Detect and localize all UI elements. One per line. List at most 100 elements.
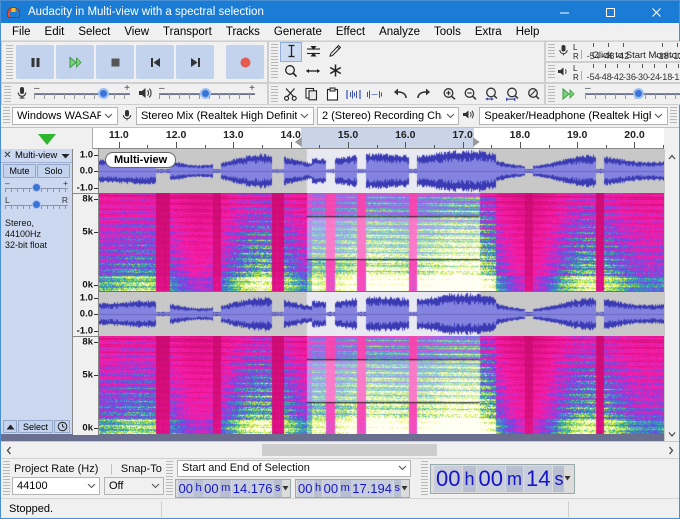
position-seconds[interactable]: 14 — [524, 466, 552, 492]
timeline-selection-region[interactable] — [301, 128, 474, 148]
menu-item-tools[interactable]: Tools — [427, 23, 468, 41]
fit-project-button[interactable] — [502, 84, 523, 104]
selection-start-time-field[interactable]: 00 h 00 m 14.176 s — [175, 479, 291, 498]
solo-button[interactable]: Solo — [37, 164, 70, 178]
snap-to-select[interactable]: Off — [104, 477, 164, 495]
timeline-ruler[interactable]: 11.012.013.014.015.016.017.018.019.020.0 — [93, 128, 664, 149]
left-channel[interactable]: Multi-view — [99, 149, 664, 291]
start-hours[interactable]: 00 — [178, 480, 194, 497]
horizontal-scroll-track[interactable] — [17, 442, 663, 458]
playback-volume-slider[interactable]: – + — [159, 87, 255, 101]
start-monitoring-label[interactable]: Click to Start Monitoring — [592, 50, 680, 61]
start-seconds[interactable]: 14.176 — [232, 480, 274, 497]
slider-thumb[interactable] — [32, 200, 41, 209]
mixer-toolbar-grip[interactable] — [4, 86, 11, 102]
slider-thumb[interactable] — [98, 88, 109, 99]
multi-tool[interactable] — [324, 62, 346, 82]
play-at-speed-button[interactable] — [557, 84, 581, 104]
selection-end-handle[interactable] — [473, 137, 480, 147]
menu-item-edit[interactable]: Edit — [38, 23, 72, 41]
position-spinner[interactable] — [564, 475, 572, 482]
vertical-scroll-track[interactable] — [665, 164, 679, 426]
close-icon[interactable]: ✕ — [2, 150, 13, 161]
end-seconds[interactable]: 17.194 — [351, 480, 393, 497]
scroll-right-button[interactable] — [663, 442, 679, 458]
recording-meter-scale[interactable]: -54-48-42-18-12-60Click to Start Monitor… — [581, 42, 680, 62]
horizontal-scroll-thumb[interactable] — [262, 444, 436, 456]
audio-host-select[interactable]: Windows WASAPI — [12, 107, 118, 125]
zoom-toggle-button[interactable] — [523, 84, 544, 104]
undo-button[interactable] — [391, 84, 412, 104]
draw-tool[interactable] — [324, 42, 346, 62]
close-button[interactable] — [633, 1, 679, 23]
cut-button[interactable] — [280, 84, 301, 104]
selection-end-time-field[interactable]: 00 h 00 m 17.194 s — [295, 479, 411, 498]
playback-meter-grip[interactable] — [548, 65, 555, 80]
zoom-in-button[interactable] — [439, 84, 460, 104]
mute-button[interactable]: Mute — [3, 164, 36, 178]
stop-button[interactable] — [96, 45, 134, 79]
menu-item-transport[interactable]: Transport — [156, 23, 219, 41]
recording-volume-slider[interactable]: – + — [34, 87, 130, 101]
copy-button[interactable] — [301, 84, 322, 104]
zoom-tool[interactable] — [280, 62, 302, 82]
pause-button[interactable] — [16, 45, 54, 79]
slider-thumb[interactable] — [200, 88, 211, 99]
recording-channels-select[interactable]: 2 (Stereo) Recording Chann — [317, 107, 459, 125]
menu-item-file[interactable]: File — [5, 23, 38, 41]
vertical-scrollbar[interactable] — [664, 149, 679, 441]
start-time-spinner[interactable] — [282, 485, 289, 492]
paste-button[interactable] — [322, 84, 343, 104]
slider-thumb[interactable] — [32, 183, 41, 192]
menu-item-select[interactable]: Select — [71, 23, 117, 41]
project-rate-select[interactable]: 44100 — [12, 477, 100, 495]
menu-item-analyze[interactable]: Analyze — [372, 23, 427, 41]
transport-toolbar-grip[interactable] — [6, 45, 13, 79]
waveform-display-right[interactable] — [99, 292, 664, 336]
recording-device-select[interactable]: Stereo Mix (Realtek High Definition Audi… — [136, 107, 314, 125]
device-toolbar-grip[interactable] — [3, 107, 10, 125]
position-minutes[interactable]: 00 — [477, 466, 505, 492]
waveform-display-left[interactable]: Multi-view — [99, 149, 664, 193]
end-time-spinner[interactable] — [401, 485, 408, 492]
device-toolbar-end-grip[interactable] — [670, 107, 677, 125]
silence-audio-button[interactable] — [364, 84, 385, 104]
redo-button[interactable] — [412, 84, 433, 104]
scroll-left-button[interactable] — [1, 442, 17, 458]
time-toolbar-grip[interactable] — [421, 461, 428, 496]
pinned-play-head-button[interactable] — [1, 128, 93, 150]
menu-item-tracks[interactable]: Tracks — [219, 23, 267, 41]
menu-item-view[interactable]: View — [117, 23, 156, 41]
envelope-tool[interactable] — [302, 42, 324, 62]
playback-meter-toolbar[interactable]: L R -54-48-42-36-30-24-18-12-60 — [545, 62, 680, 83]
audio-position-field[interactable]: 00 h 00 m 14 s — [430, 464, 575, 494]
play-at-speed-grip[interactable] — [548, 86, 555, 102]
zoom-out-button[interactable] — [460, 84, 481, 104]
menu-item-generate[interactable]: Generate — [267, 23, 329, 41]
end-minutes[interactable]: 00 — [323, 480, 339, 497]
end-hours[interactable]: 00 — [297, 480, 313, 497]
recording-meter-grip[interactable] — [548, 44, 555, 59]
track-pan-slider[interactable]: L R — [5, 198, 68, 212]
menu-item-extra[interactable]: Extra — [468, 23, 509, 41]
selection-mode-select[interactable]: Start and End of Selection — [177, 460, 411, 477]
minimize-button[interactable] — [541, 1, 587, 23]
chevron-down-icon[interactable] — [59, 153, 71, 159]
edit-toolbar-grip[interactable] — [271, 86, 278, 102]
right-channel[interactable] — [99, 292, 664, 434]
tools-toolbar-grip[interactable] — [271, 44, 278, 80]
playback-meter-scale[interactable]: -54-48-42-36-30-24-18-12-60 — [581, 63, 680, 83]
track-gain-slider[interactable]: – + — [5, 181, 68, 195]
playback-speed-slider[interactable]: – + — [585, 87, 680, 101]
record-button[interactable] — [226, 45, 264, 79]
scroll-down-button[interactable] — [665, 426, 679, 441]
position-hours[interactable]: 00 — [434, 466, 462, 492]
vertical-ruler-right-channel[interactable]: 1.00.0-1.08k5k0k — [73, 292, 99, 435]
skip-to-start-button[interactable] — [136, 45, 174, 79]
vertical-ruler-left-channel[interactable]: 1.00.0-1.08k5k0k — [73, 149, 99, 292]
selection-tool[interactable] — [280, 42, 302, 62]
skip-to-end-button[interactable] — [176, 45, 214, 79]
play-button[interactable] — [56, 45, 94, 79]
selection-fields-grip[interactable] — [166, 461, 173, 496]
selection-toolbar-grip[interactable] — [3, 461, 10, 496]
